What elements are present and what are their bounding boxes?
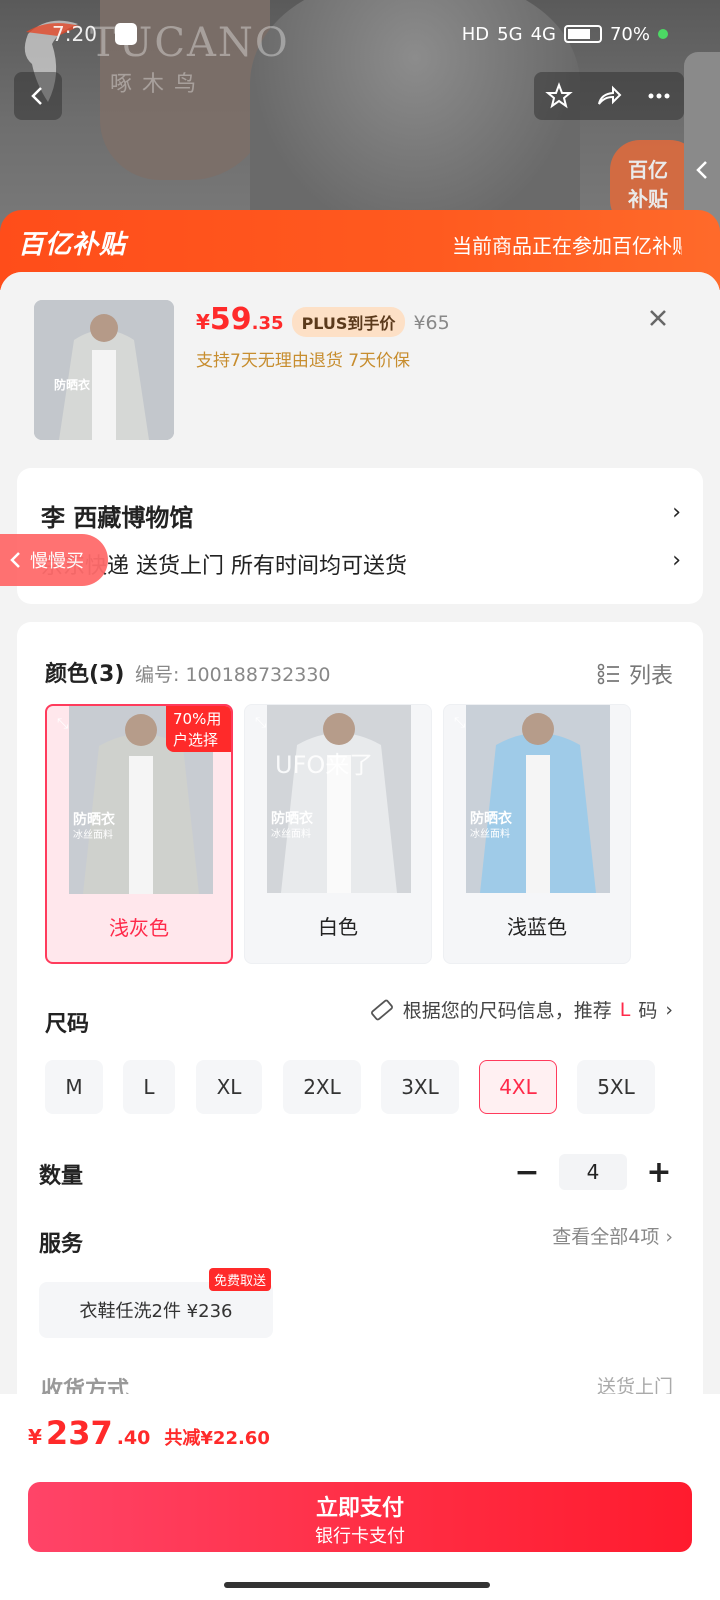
product-price: ¥59.35 [196,302,284,337]
hd-indicator: HD [461,23,490,45]
product-summary: 防晒衣 ¥59.35 PLUS到手价 ¥65 支持7天无理由退货 7天价保 [0,272,720,462]
expand-icon[interactable]: ⤡ [454,715,465,731]
chevron-right-icon: › [672,548,681,573]
svg-text:防晒衣: 防晒衣 [271,810,314,827]
pay-now-label: 立即支付 [315,1496,404,1521]
view-all-label: 查看全部4项 [552,1226,660,1248]
total-currency: ¥ [28,1425,42,1449]
total-price: ¥237.40 共减¥22.60 [28,1414,270,1452]
subsidy-note: 当前商品正在参加百亿补贴 [452,234,682,258]
view-all-services[interactable]: 查看全部4项 › [552,1222,673,1249]
close-button[interactable] [648,302,668,335]
total-integer: 237 [45,1414,113,1452]
price-integer: 59 [209,302,252,337]
color-swatch-light-gray[interactable]: 70%用户选择 防晒衣 冰丝面料 ⤡ 浅灰色 [45,704,233,964]
status-time: 7:20 [52,22,97,46]
list-icon [597,663,619,685]
color-swatch-light-blue[interactable]: 防晒衣 冰丝面料 ⤡ 浅蓝色 [443,704,631,964]
size-recommendation[interactable]: 根据您的尺码信息，推荐 L 码 › [369,996,673,1023]
pay-now-button[interactable]: 立即支付 银行卡支付 [28,1482,692,1552]
size-option-5xl[interactable]: 5XL [577,1060,655,1114]
quantity-stepper: − 4 + [513,1154,673,1190]
size-option-m[interactable]: M [45,1060,103,1114]
size-option-xl[interactable]: XL [196,1060,262,1114]
jacket-thumbnail-image [34,300,174,440]
expand-icon[interactable]: ⤡ [255,715,266,731]
chevron-left-icon [10,552,20,568]
share-icon[interactable] [595,82,623,110]
chevron-left-icon [696,161,707,179]
android-app-icon [114,23,137,45]
size-option-l[interactable]: L [123,1060,175,1114]
price-currency: ¥ [196,310,210,334]
network-5g: 5G [497,23,523,45]
chevron-right-icon: › [672,500,681,525]
expand-icon[interactable]: ⤡ [57,716,68,732]
jacket-light-blue-image: 防晒衣 冰丝面料 [466,705,610,893]
size-option-3xl[interactable]: 3XL [381,1060,459,1114]
size-hint-size: L [619,998,631,1021]
status-bar: 7:20 HD 5G 4G 70% [52,18,668,50]
ufo-overlay-text: UFO来了 [275,751,374,779]
battery-level: 70% [609,23,650,45]
privacy-dot-icon [658,29,668,39]
swatch-label: 白色 [318,915,358,939]
price-decimal: .35 [251,313,284,334]
service-title: 服务 [39,1232,84,1257]
network-4g: 4G [530,23,556,45]
ruler-icon [370,999,393,1020]
size-hint-suffix: 码 [638,1000,658,1022]
subsidy-logo: 百亿补贴 [18,230,127,260]
back-button[interactable] [14,72,62,120]
size-hint-prefix: 根据您的尺码信息，推荐 [402,1000,612,1022]
hero-brand-cn: 啄木鸟 [110,72,207,97]
size-option-4xl[interactable]: 4XL [479,1060,557,1114]
product-thumbnail: 防晒衣 [34,300,174,440]
chevron-right-icon: › [665,1226,673,1248]
original-price: ¥65 [413,312,450,334]
svg-text:防晒衣: 防晒衣 [470,810,513,827]
svg-text:防晒衣: 防晒衣 [73,811,116,828]
checkout-bar: ¥237.40 共减¥22.60 立即支付 银行卡支付 [0,1394,720,1600]
home-indicator[interactable] [224,1582,490,1588]
chevron-right-icon: › [665,998,673,1021]
battery-icon [563,25,602,43]
size-option-2xl[interactable]: 2XL [283,1060,361,1114]
swatch-label: 浅灰色 [109,916,169,940]
list-label: 列表 [628,664,673,689]
star-icon[interactable] [545,82,573,110]
return-promise: 支持7天无理由退货 7天价保 [196,351,411,371]
color-title: 颜色(3) [45,662,125,687]
top-action-bar [534,72,684,120]
size-title: 尺码 [45,1012,90,1037]
quantity-title: 数量 [39,1164,84,1189]
address-card[interactable]: 李 西藏博物馆 › 京东快递 送货上门 所有时间均可送货 › [17,468,703,604]
svg-text:冰丝面料: 冰丝面料 [271,827,311,840]
popular-choice-tag: 70%用户选择 [166,706,231,752]
more-icon[interactable] [645,82,673,110]
address-name: 李 西藏博物馆 [41,504,194,532]
decrease-button[interactable]: − [513,1155,541,1190]
thumbnail-label: 防晒衣 [54,378,91,392]
total-decimal: .40 [116,1427,151,1449]
svg-text:冰丝面料: 冰丝面料 [73,828,113,841]
slow-buy-floating-button[interactable]: 慢慢买 [0,534,108,586]
sku-number: 编号: 100188732330 [135,664,331,686]
swatch-label: 浅蓝色 [507,915,567,939]
jacket-white-image: 防晒衣 冰丝面料 [267,705,411,893]
chevron-left-icon [31,87,42,105]
increase-button[interactable]: + [645,1155,673,1190]
list-view-toggle[interactable]: 列表 [597,658,673,690]
plus-price-tag: PLUS到手价 [291,307,406,337]
quantity-value[interactable]: 4 [559,1154,627,1190]
free-pickup-tag: 免费取送 [209,1268,272,1291]
close-icon [650,310,666,326]
svg-text:冰丝面料: 冰丝面料 [470,827,510,840]
total-saving: 共减¥22.60 [164,1428,270,1449]
slow-buy-label: 慢慢买 [30,551,84,572]
pay-method-label: 银行卡支付 [315,1526,405,1547]
color-swatch-white[interactable]: 防晒衣 冰丝面料 UFO来了 ⤡ 白色 [244,704,432,964]
